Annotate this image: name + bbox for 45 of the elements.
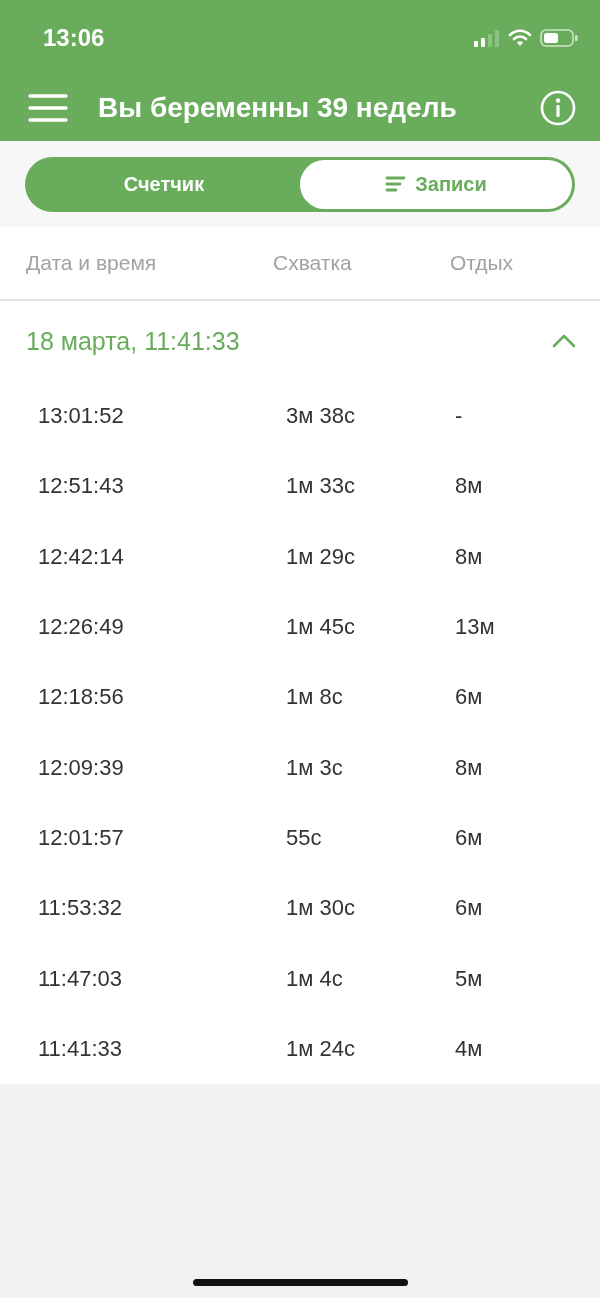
table-cell-text: 11:53:32 xyxy=(38,895,123,922)
table-cell: 8м xyxy=(455,473,483,500)
table-cell: 6м xyxy=(455,895,483,922)
table-cell-text: 12:42:14 xyxy=(38,543,125,570)
column-header: Отдых xyxy=(450,251,514,275)
table-cell-text: 1м 33с xyxy=(286,473,356,500)
table-cell-text: 12:26:49 xyxy=(38,614,125,641)
table-cell: 6м xyxy=(455,684,483,711)
table-cell-text: 1м 24с xyxy=(286,1035,356,1062)
table-cell-text: 12:09:39 xyxy=(38,754,125,781)
table-cell: 13м xyxy=(455,614,495,641)
table-cell: 4м xyxy=(455,1035,483,1062)
table-cell-text: 12:18:56 xyxy=(38,684,125,711)
menu-icon[interactable] xyxy=(28,93,68,123)
table-cell-text: 3м 38с xyxy=(286,403,356,430)
signal-icon xyxy=(474,28,500,47)
table-cell-text: 1м 4с xyxy=(286,965,344,992)
table-cell-text: 11:47:03 xyxy=(38,965,123,992)
table-cell: - xyxy=(455,403,463,430)
battery-icon xyxy=(540,28,578,47)
column-header: Схватка xyxy=(273,251,353,275)
column-header: Дата и время xyxy=(26,251,158,275)
table-cell: 8м xyxy=(455,543,483,570)
table-cell: 5м xyxy=(455,965,483,992)
group-title: 18 марта, 11:41:33 xyxy=(26,326,240,356)
table-cell-text: 1м 30с xyxy=(286,895,356,922)
table-cell-text: 12:01:57 xyxy=(38,824,125,851)
table-cell-text: 55с xyxy=(286,824,323,851)
status-time: 13:06 xyxy=(43,23,105,52)
table-cell: 8м xyxy=(455,754,483,781)
table-cell-text: 1м 8с xyxy=(286,684,344,711)
tab[interactable]: Записи xyxy=(300,159,572,209)
table-cell-text: 1м 45с xyxy=(286,614,356,641)
table-cell-text: 1м 29с xyxy=(286,543,356,570)
group-header[interactable]: 18 марта, 11:41:33 xyxy=(0,301,600,381)
chevron-up-icon[interactable] xyxy=(552,334,576,348)
table-cell: 6м xyxy=(455,824,483,851)
tab[interactable]: Счетчик xyxy=(28,159,300,209)
table-cell-text: 12:51:43 xyxy=(38,473,125,500)
screen-title: Вы беременны 39 недель xyxy=(98,92,458,124)
wifi-icon xyxy=(508,28,532,47)
info-icon[interactable] xyxy=(540,90,576,126)
table-cell-text: 13:01:52 xyxy=(38,403,125,430)
table-cell-text: 11:41:33 xyxy=(38,1035,123,1062)
table-cell-text: 1м 3с xyxy=(286,754,344,781)
